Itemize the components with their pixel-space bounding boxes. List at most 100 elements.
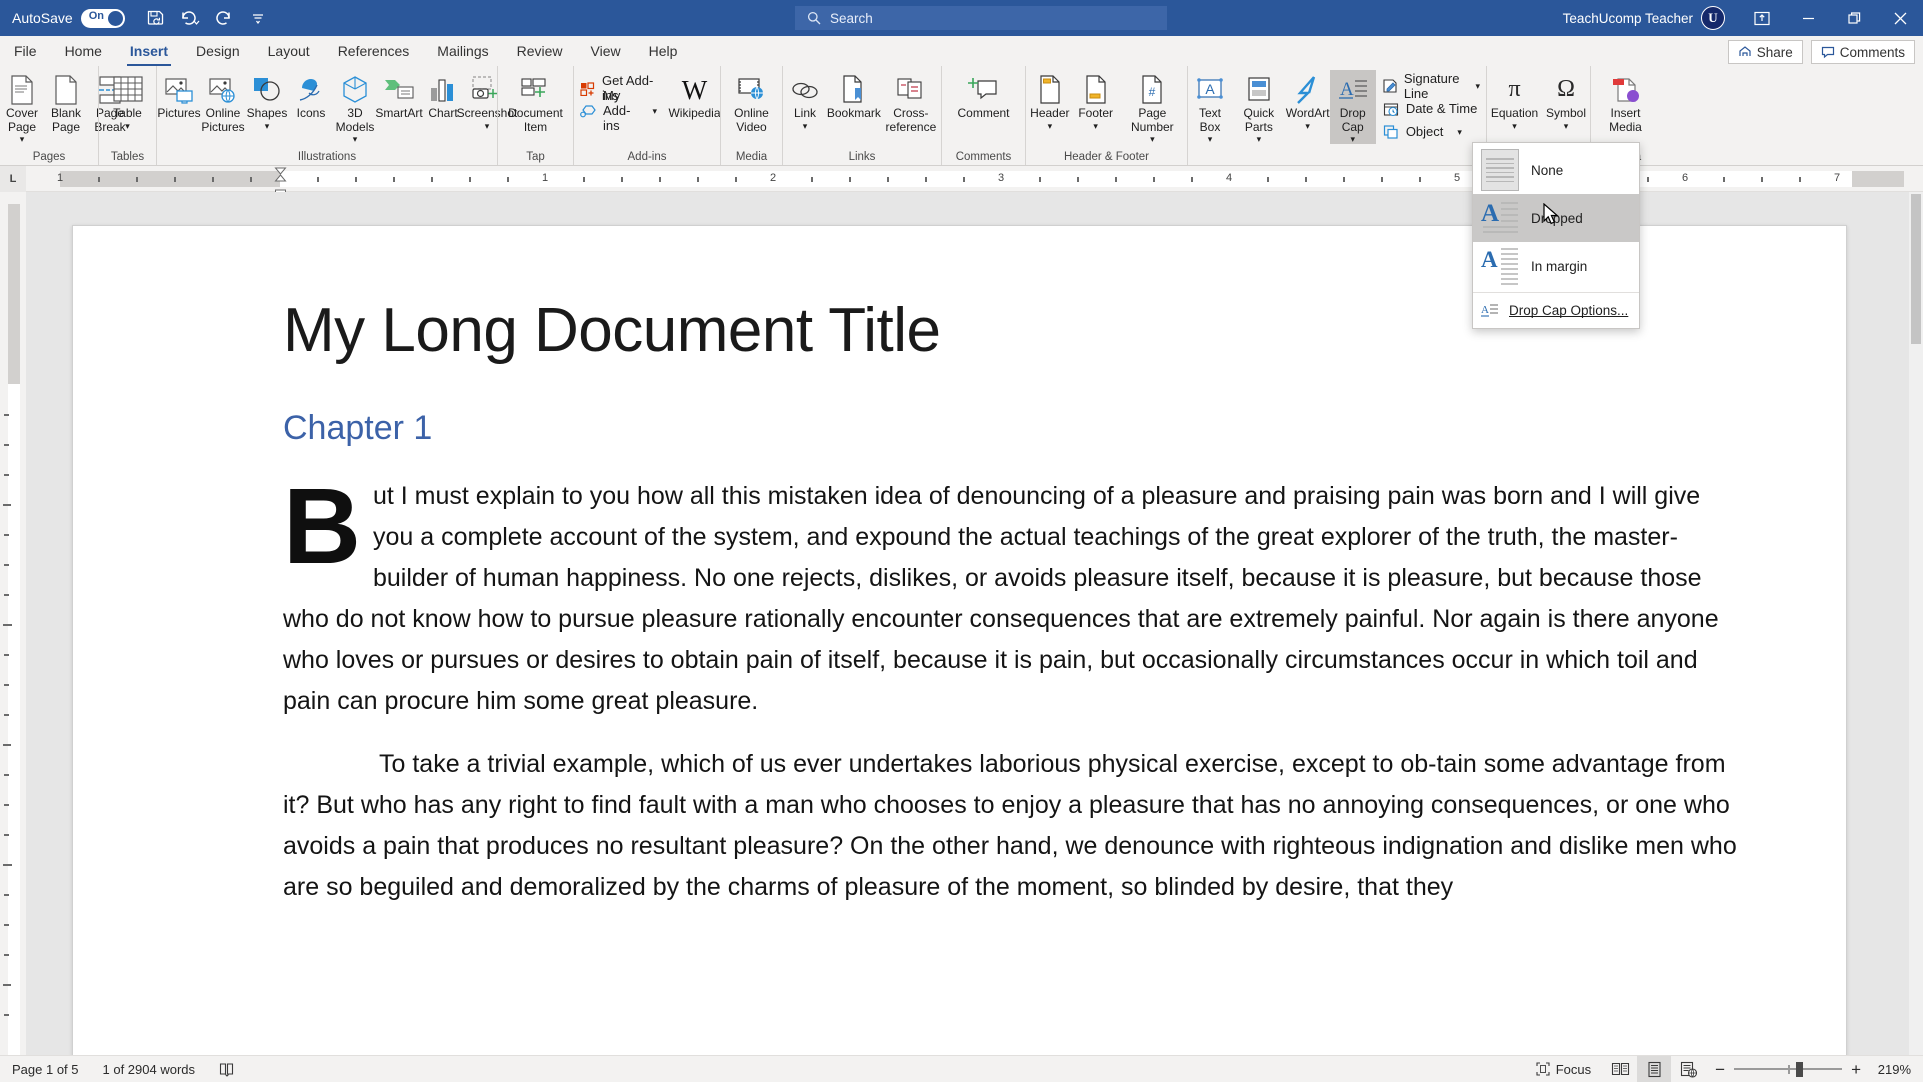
chevron-down-icon[interactable]: ▾: [485, 121, 490, 131]
icons-button[interactable]: Icons: [289, 70, 333, 121]
wordart-button[interactable]: WordArt ▾: [1286, 70, 1330, 131]
footer-button[interactable]: Footer ▾: [1074, 70, 1118, 131]
autosave-control[interactable]: AutoSave On: [12, 8, 125, 28]
chevron-down-icon[interactable]: ▾: [1475, 81, 1480, 91]
drop-cap-menu-item-none[interactable]: None: [1473, 146, 1639, 194]
bookmark-button[interactable]: Bookmark: [827, 70, 881, 121]
tab-file[interactable]: File: [0, 37, 51, 66]
tab-view[interactable]: View: [577, 37, 635, 66]
vertical-ruler[interactable]: [0, 192, 26, 1055]
my-add-ins-button[interactable]: My Add-ins ▾: [574, 88, 663, 133]
link-button[interactable]: Link ▾: [783, 70, 827, 131]
redo-icon[interactable]: [207, 3, 241, 33]
scrollbar-thumb[interactable]: [1911, 194, 1921, 344]
chevron-down-icon[interactable]: ▾: [125, 121, 130, 131]
chevron-down-icon[interactable]: ▾: [803, 121, 808, 131]
chevron-down-icon[interactable]: ▾: [1150, 135, 1155, 144]
word-count[interactable]: 1 of 2904 words: [91, 1056, 208, 1082]
chevron-down-icon[interactable]: ▾: [652, 106, 657, 116]
chevron-down-icon[interactable]: ▾: [265, 121, 270, 131]
close-button[interactable]: [1877, 0, 1923, 36]
drop-cap-button[interactable]: A Drop Cap ▾: [1329, 70, 1376, 144]
chevron-down-icon[interactable]: ▾: [1208, 135, 1213, 144]
tab-stop-selector[interactable]: L: [0, 166, 26, 192]
comment-button[interactable]: Comment: [952, 70, 1014, 121]
search-input[interactable]: Search: [795, 6, 1167, 30]
chevron-down-icon[interactable]: ▾: [1257, 135, 1262, 144]
tab-review[interactable]: Review: [503, 37, 577, 66]
tab-insert[interactable]: Insert: [116, 37, 182, 66]
smartart-button[interactable]: SmartArt: [375, 70, 423, 121]
table-button[interactable]: Table ▾: [106, 70, 150, 131]
header-button[interactable]: Header ▾: [1026, 70, 1074, 131]
chevron-down-icon[interactable]: ▾: [1564, 121, 1569, 131]
signature-line-button[interactable]: Signature Line ▾: [1376, 71, 1486, 101]
wordart-label: WordArt: [1285, 106, 1330, 120]
maximize-restore-button[interactable]: [1831, 0, 1877, 36]
minimize-button[interactable]: [1785, 0, 1831, 36]
drop-cap-options-menu-item[interactable]: A Drop Cap Options...: [1473, 295, 1639, 325]
svg-text:#: #: [1149, 85, 1156, 99]
web-layout-button[interactable]: [1671, 1056, 1705, 1082]
document-page[interactable]: My Long Document Title Chapter 1 But I m…: [72, 225, 1847, 1055]
chevron-down-icon[interactable]: ▾: [1048, 121, 1053, 131]
drop-cap-menu-item-dropped[interactable]: A Dropped: [1473, 194, 1639, 242]
comments-button[interactable]: Comments: [1810, 40, 1915, 64]
share-button[interactable]: Share: [1727, 40, 1803, 64]
bookmark-label: Bookmark: [826, 106, 881, 120]
comment-bubble-icon: [1821, 46, 1834, 59]
tab-home[interactable]: Home: [51, 37, 116, 66]
ribbon-display-options-icon[interactable]: [1739, 0, 1785, 36]
date-time-icon: [1382, 100, 1400, 118]
shapes-button[interactable]: Shapes ▾: [245, 70, 289, 131]
chevron-down-icon[interactable]: ▾: [353, 135, 358, 144]
tab-design[interactable]: Design: [182, 37, 254, 66]
tab-mailings[interactable]: Mailings: [423, 37, 502, 66]
zoom-slider-handle[interactable]: [1796, 1061, 1804, 1077]
equation-button[interactable]: π Equation ▾: [1487, 70, 1542, 131]
document-item-button[interactable]: Document Item: [500, 70, 572, 134]
pictures-button[interactable]: Pictures: [157, 70, 201, 121]
tab-stop-label: L: [9, 173, 17, 185]
chevron-down-icon[interactable]: ▾: [20, 135, 25, 144]
chevron-down-icon[interactable]: ▾: [1305, 121, 1310, 131]
customize-quick-access-icon[interactable]: [241, 3, 275, 33]
focus-mode-button[interactable]: Focus: [1524, 1056, 1603, 1082]
date-time-button[interactable]: Date & Time: [1376, 97, 1486, 120]
save-icon[interactable]: [139, 3, 173, 33]
drop-cap-menu-item-in-margin[interactable]: A In margin: [1473, 242, 1639, 290]
chevron-down-icon[interactable]: ▾: [1093, 121, 1098, 131]
page-number-button[interactable]: # Page Number ▾: [1118, 70, 1187, 144]
blank-page-button[interactable]: Blank Page: [44, 70, 88, 134]
tab-layout[interactable]: Layout: [254, 37, 324, 66]
zoom-out-button[interactable]: −: [1715, 1061, 1725, 1078]
tab-references[interactable]: References: [324, 37, 424, 66]
chevron-down-icon[interactable]: ▾: [1512, 121, 1517, 131]
quick-parts-button[interactable]: Quick Parts ▾: [1232, 70, 1286, 144]
chevron-down-icon[interactable]: ▾: [1350, 135, 1355, 144]
online-video-button[interactable]: Online Video: [721, 70, 782, 134]
autosave-toggle[interactable]: On: [80, 8, 125, 28]
zoom-in-button[interactable]: +: [1851, 1061, 1861, 1078]
cover-page-button[interactable]: Cover Page ▾: [0, 70, 44, 144]
print-layout-button[interactable]: [1637, 1055, 1672, 1082]
account-name[interactable]: TeachUcomp Teacher: [1563, 11, 1693, 26]
insert-media-button[interactable]: Insert Media: [1591, 70, 1660, 134]
read-mode-button[interactable]: [1603, 1056, 1637, 1082]
3d-models-button[interactable]: 3D Models ▾: [333, 70, 377, 144]
page-indicator[interactable]: Page 1 of 5: [0, 1056, 91, 1082]
chevron-down-icon[interactable]: ▾: [1457, 127, 1462, 137]
text-box-button[interactable]: A Text Box ▾: [1188, 70, 1232, 144]
zoom-slider[interactable]: [1734, 1061, 1843, 1077]
vertical-scrollbar[interactable]: [1909, 192, 1923, 1055]
symbol-button[interactable]: Ω Symbol ▾: [1542, 70, 1590, 131]
cross-reference-button[interactable]: Cross-reference: [881, 70, 941, 134]
undo-icon[interactable]: [173, 3, 207, 33]
zoom-percentage[interactable]: 219%: [1871, 1062, 1923, 1077]
tab-help[interactable]: Help: [635, 37, 692, 66]
object-button[interactable]: Object ▾: [1376, 120, 1486, 143]
wikipedia-button[interactable]: W Wikipedia: [668, 70, 720, 121]
avatar[interactable]: U: [1701, 6, 1725, 30]
proofing-status[interactable]: [207, 1056, 246, 1082]
online-pictures-button[interactable]: Online Pictures: [201, 70, 245, 134]
